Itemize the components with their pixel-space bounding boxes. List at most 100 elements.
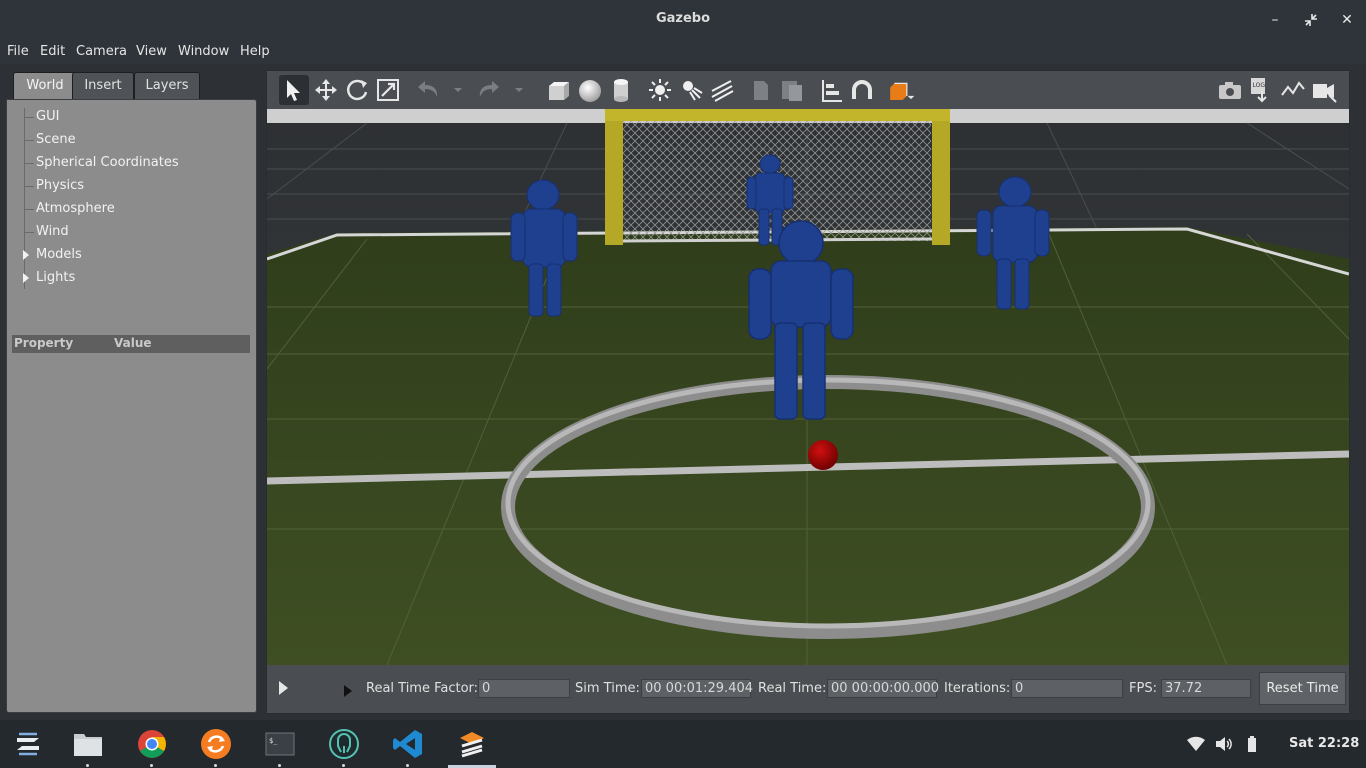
menu-help[interactable]: Help <box>240 44 270 59</box>
value-column-header: Value <box>114 336 152 350</box>
iterations-label: Iterations: <box>944 681 1011 696</box>
select-arrow-icon[interactable] <box>279 75 309 105</box>
window-title: Gazebo <box>655 11 711 26</box>
paste-icon[interactable] <box>777 75 807 105</box>
tree-connector <box>24 108 25 289</box>
cylinder-shape-icon[interactable] <box>606 75 636 105</box>
video-record-icon[interactable] <box>1309 75 1339 105</box>
iterations-value: 0 <box>1011 679 1123 698</box>
tree-branch-line <box>24 232 34 233</box>
directional-light-icon[interactable] <box>707 75 737 105</box>
tree-item-label: Wind <box>36 224 69 239</box>
chrome-icon[interactable] <box>134 726 170 762</box>
menu-bar: File Edit Camera View Window Help <box>0 40 1366 64</box>
tree-item-label: Physics <box>36 178 85 193</box>
step-icon[interactable] <box>344 685 352 697</box>
translate-icon[interactable] <box>311 75 341 105</box>
wifi-icon[interactable] <box>1186 734 1206 754</box>
running-indicator <box>150 764 153 767</box>
zorin-menu-icon[interactable] <box>10 726 46 762</box>
menu-camera[interactable]: Camera <box>76 44 127 59</box>
maximize-icon[interactable] <box>1300 9 1322 31</box>
title-bar: Gazebo – ✕ <box>0 0 1366 40</box>
terminal-icon[interactable]: $_ <box>262 726 298 762</box>
tree-branch-line <box>24 117 34 118</box>
main-render-window: LOG Real Time Factor: 0 Sim Time: 00 00:… <box>266 70 1350 714</box>
world-panel: GUI Scene Spherical Coordinates Physics Atmo… <box>6 99 257 713</box>
soccer-ball <box>808 440 838 470</box>
tab-insert[interactable]: Insert <box>72 72 134 100</box>
point-light-icon[interactable] <box>645 75 675 105</box>
fps-value: 37.72 <box>1161 679 1251 698</box>
play-icon[interactable] <box>279 681 288 695</box>
running-indicator <box>86 764 89 767</box>
sim-time-value: 00 00:01:29.404 <box>641 679 753 698</box>
plot-icon[interactable] <box>1278 75 1308 105</box>
tree-item-label: GUI <box>36 109 60 124</box>
tree-branch-line <box>24 163 34 164</box>
property-column-header: Property <box>14 336 74 350</box>
tree-branch-line <box>24 186 34 187</box>
sync-icon[interactable] <box>198 726 234 762</box>
tree-item-label: Models <box>36 247 82 262</box>
screenshot-icon[interactable] <box>1215 75 1245 105</box>
rotate-icon[interactable] <box>342 75 372 105</box>
tree-item-label: Scene <box>36 132 76 147</box>
vscode-icon[interactable] <box>390 726 426 762</box>
taskbar: $_ Sat 22:28 <box>0 720 1366 768</box>
sphere-shape-icon[interactable] <box>575 75 605 105</box>
reset-time-button[interactable]: Reset Time <box>1259 672 1346 705</box>
snap-icon[interactable] <box>847 75 877 105</box>
fps-label: FPS: <box>1129 681 1157 696</box>
redo-icon[interactable] <box>474 75 504 105</box>
spot-light-icon[interactable] <box>676 75 706 105</box>
menu-edit[interactable]: Edit <box>40 44 65 59</box>
view-angle-icon[interactable] <box>886 75 922 105</box>
tree-item-label: Spherical Coordinates <box>36 155 179 170</box>
running-indicator <box>406 764 409 767</box>
scene-canvas[interactable] <box>267 109 1349 665</box>
clock[interactable]: Sat 22:28 <box>1289 736 1359 751</box>
menu-view[interactable]: View <box>136 44 167 59</box>
property-table-header: Property Value <box>12 335 250 353</box>
real-time-factor-label: Real Time Factor: <box>366 681 479 696</box>
gitkraken-icon[interactable] <box>326 726 362 762</box>
gazebo-icon[interactable] <box>454 726 490 762</box>
minimize-icon[interactable]: – <box>1264 9 1286 31</box>
left-panel: World Insert Layers GUI Scene Spherical Co… <box>6 70 258 714</box>
scale-icon[interactable] <box>373 75 403 105</box>
running-indicator <box>342 764 345 767</box>
real-time-label: Real Time: <box>758 681 827 696</box>
running-indicator <box>278 764 281 767</box>
toolbar: LOG <box>267 71 1349 109</box>
undo-dropdown-icon[interactable] <box>443 75 462 105</box>
copy-icon[interactable] <box>746 75 776 105</box>
undo-icon[interactable] <box>413 75 443 105</box>
menu-file[interactable]: File <box>7 44 29 59</box>
svg-text:LOG: LOG <box>1253 82 1266 89</box>
tab-layers[interactable]: Layers <box>134 72 200 100</box>
tree-branch-line <box>24 140 34 141</box>
real-time-factor-value: 0 <box>478 679 570 698</box>
redo-dropdown-icon[interactable] <box>504 75 523 105</box>
volume-icon[interactable] <box>1214 734 1234 754</box>
menu-window[interactable]: Window <box>178 44 229 59</box>
tab-world[interactable]: World <box>13 72 77 100</box>
sim-time-label: Sim Time: <box>575 681 640 696</box>
close-icon[interactable]: ✕ <box>1336 9 1358 31</box>
tree-item-label: Lights <box>36 270 76 285</box>
running-indicator <box>214 764 217 767</box>
real-time-value: 00 00:00:00.000 <box>827 679 939 698</box>
expand-arrow-icon[interactable] <box>23 273 29 283</box>
3d-viewport[interactable] <box>267 109 1349 665</box>
svg-text:$_: $_ <box>269 737 278 745</box>
files-icon[interactable] <box>70 726 106 762</box>
tree-branch-line <box>24 209 34 210</box>
log-icon[interactable]: LOG <box>1246 75 1276 105</box>
battery-icon[interactable] <box>1242 734 1262 754</box>
box-shape-icon[interactable] <box>544 75 574 105</box>
status-bar: Real Time Factor: 0 Sim Time: 00 00:01:2… <box>267 665 1349 713</box>
expand-arrow-icon[interactable] <box>23 250 29 260</box>
align-icon[interactable] <box>816 75 846 105</box>
tree-item-label: Atmosphere <box>36 201 115 216</box>
